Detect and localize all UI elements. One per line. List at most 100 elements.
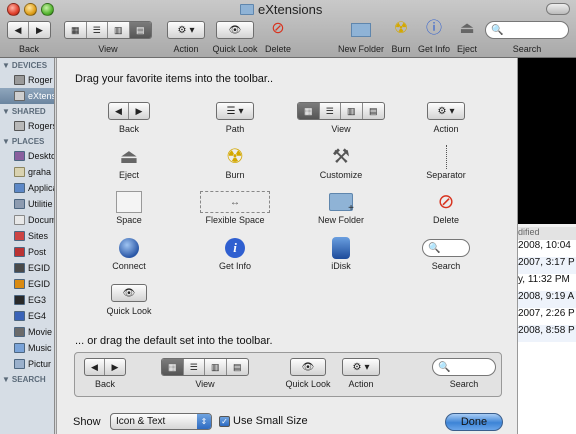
gear-icon: ⚙: [352, 361, 362, 373]
toolbar-eject[interactable]: ⏏ Eject: [454, 20, 480, 58]
palette-item-flexible-space[interactable]: ↔ Flexible Space: [190, 189, 280, 233]
eye-icon: 👁: [301, 361, 315, 373]
done-button[interactable]: Done: [445, 413, 503, 431]
sidebar-item-home[interactable]: graha: [0, 164, 54, 180]
toolbar-new-folder[interactable]: New Folder: [336, 20, 386, 58]
show-popup[interactable]: Icon & Text ⇕: [110, 413, 212, 430]
date-modified-header[interactable]: dified: [516, 227, 576, 240]
sidebar-item-documents[interactable]: Docume: [0, 212, 54, 228]
disclosure-triangle-icon: ▼: [2, 60, 10, 70]
flexible-space-icon: ↔: [200, 191, 270, 213]
default-toolbar-set[interactable]: ◀ ▶ Back ▦ ☰ ▥ ▤ View 👁 Quick Look ⚙ ▾ Action…: [74, 352, 502, 397]
sidebar-item-utilities[interactable]: Utilitie: [0, 196, 54, 212]
folder-icon: [14, 263, 25, 273]
chevron-down-icon: ▾: [449, 105, 455, 117]
sidebar-item-eg3[interactable]: EG3: [0, 292, 54, 308]
back-arrow-icon[interactable]: ◀: [8, 22, 30, 38]
list-item[interactable]: 2008, 9:19 A: [516, 291, 576, 308]
close-button[interactable]: [7, 3, 20, 16]
sidebar-item-shared[interactable]: Rogers: [0, 118, 54, 134]
sidebar-item-movies[interactable]: Movie: [0, 324, 54, 340]
column-view-icon[interactable]: ▥: [108, 22, 130, 38]
chevron-down-icon: ▾: [189, 24, 195, 36]
toolbar-quick-look[interactable]: 👁 Quick Look: [210, 20, 260, 58]
toolbar-delete[interactable]: ⊘ Delete: [262, 20, 294, 58]
use-small-size-checkbox[interactable]: ✓ Use Small Size: [219, 415, 308, 427]
toolbar-get-info[interactable]: ⓘ Get Info: [416, 20, 452, 58]
palette-item-get-info[interactable]: i Get Info: [190, 235, 280, 279]
globe-icon: [119, 238, 139, 258]
list-view-icon: ☰: [320, 103, 341, 119]
palette-item-space[interactable]: Space: [84, 189, 174, 233]
list-view-icon[interactable]: ☰: [87, 22, 108, 38]
sidebar-item-music[interactable]: Music: [0, 340, 54, 356]
sidebar-item-applications[interactable]: Applica: [0, 180, 54, 196]
palette-item-connect[interactable]: Connect: [84, 235, 174, 279]
sidebar: ▼DEVICES Roger eXtens ▼SHARED Rogers ▼PL…: [0, 58, 55, 434]
magnifier-icon: 🔍: [428, 242, 441, 254]
applications-icon: [14, 183, 25, 193]
coverflow-view-icon[interactable]: ▤: [129, 22, 151, 38]
list-item[interactable]: 2007, 3:17 P: [516, 257, 576, 274]
sidebar-section-devices[interactable]: ▼ DEVICES: [0, 58, 54, 72]
forward-arrow-icon[interactable]: ▶: [29, 22, 50, 38]
list-item[interactable]: y, 11:32 PM: [516, 274, 576, 291]
sidebar-item-post[interactable]: Post: [0, 244, 54, 260]
list-item[interactable]: 2008, 10:04: [516, 240, 576, 257]
sidebar-item-eg4[interactable]: EG4: [0, 308, 54, 324]
sidebar-item-pictures[interactable]: Pictur: [0, 356, 54, 372]
window-title: eXtensions: [240, 2, 322, 17]
palette-item-quick-look[interactable]: 👁 Quick Look: [84, 280, 174, 324]
list-item[interactable]: 2008, 8:58 P: [516, 325, 576, 342]
folder-icon: [14, 311, 25, 321]
chevron-down-icon: ▾: [238, 105, 244, 117]
zoom-button[interactable]: [41, 3, 54, 16]
toolbar-burn[interactable]: ☢ Burn: [388, 20, 414, 58]
sidebar-item-extensions[interactable]: eXtens: [0, 88, 54, 104]
toolbar-toggle-button[interactable]: [546, 3, 570, 15]
default-item-view: ▦ ☰ ▥ ▤ View: [161, 358, 249, 389]
palette-item-new-folder[interactable]: + New Folder: [296, 189, 386, 233]
palette-item-delete[interactable]: ⊘ Delete: [401, 189, 491, 233]
palette-item-customize[interactable]: ⚒ Customize: [296, 144, 386, 188]
toolbar-back[interactable]: ◀ ▶ Back: [6, 20, 52, 58]
palette-item-separator[interactable]: Separator: [401, 144, 491, 188]
palette-item-view[interactable]: ▦ ☰ ▥ ▤ View: [296, 98, 386, 142]
toolbar-new-folder-label: New Folder: [337, 44, 384, 54]
minimize-button[interactable]: [24, 3, 37, 16]
coverflow-view-icon: ▤: [232, 361, 242, 372]
toolbar-search: 🔍 Search: [484, 20, 570, 58]
gear-icon: ⚙: [177, 24, 187, 36]
sidebar-item-device[interactable]: Roger: [0, 72, 54, 88]
documents-icon: [14, 215, 25, 225]
toolbar-search-label: Search: [512, 44, 542, 54]
path-icon: ☰: [226, 105, 236, 117]
desktop-icon: [14, 151, 25, 161]
search-input[interactable]: 🔍: [485, 21, 569, 39]
sidebar-item-egid-1[interactable]: EGID: [0, 260, 54, 276]
toolbar-action-label: Action: [173, 44, 199, 54]
sidebar-item-desktop[interactable]: Deskto: [0, 148, 54, 164]
list-item[interactable]: 2007, 2:26 P: [516, 308, 576, 325]
finder-window: eXtensions ◀ ▶ Back ▦ ☰ ▥ ▤ View ⚙ ▾ Acti…: [0, 0, 576, 434]
sidebar-section-shared[interactable]: ▼ SHARED: [0, 104, 54, 118]
palette-item-idisk[interactable]: iDisk: [296, 235, 386, 279]
movies-icon: [14, 327, 25, 337]
toolbar-view[interactable]: ▦ ☰ ▥ ▤ View: [64, 20, 152, 58]
icon-view-icon: ▦: [162, 359, 184, 375]
palette-item-action[interactable]: ⚙ ▾ Action: [401, 98, 491, 142]
icon-view-icon: ▦: [298, 103, 320, 119]
icon-view-icon[interactable]: ▦: [65, 22, 87, 38]
sidebar-section-places[interactable]: ▼ PLACES: [0, 134, 54, 148]
info-icon: i: [225, 238, 245, 258]
palette-item-eject[interactable]: ⏏ Eject: [84, 144, 174, 188]
sidebar-section-search[interactable]: ▼ SEARCH: [0, 372, 54, 386]
toolbar-action[interactable]: ⚙ ▾ Action: [164, 20, 208, 58]
info-icon: ⓘ: [425, 20, 442, 37]
palette-item-back[interactable]: ◀ ▶ Back: [84, 98, 174, 142]
palette-item-path[interactable]: ☰ ▾ Path: [190, 98, 280, 142]
sidebar-item-sites[interactable]: Sites: [0, 228, 54, 244]
palette-item-search[interactable]: 🔍 Search: [401, 235, 491, 279]
palette-item-burn[interactable]: ☢ Burn: [190, 144, 280, 188]
sidebar-item-egid-2[interactable]: EGID: [0, 276, 54, 292]
